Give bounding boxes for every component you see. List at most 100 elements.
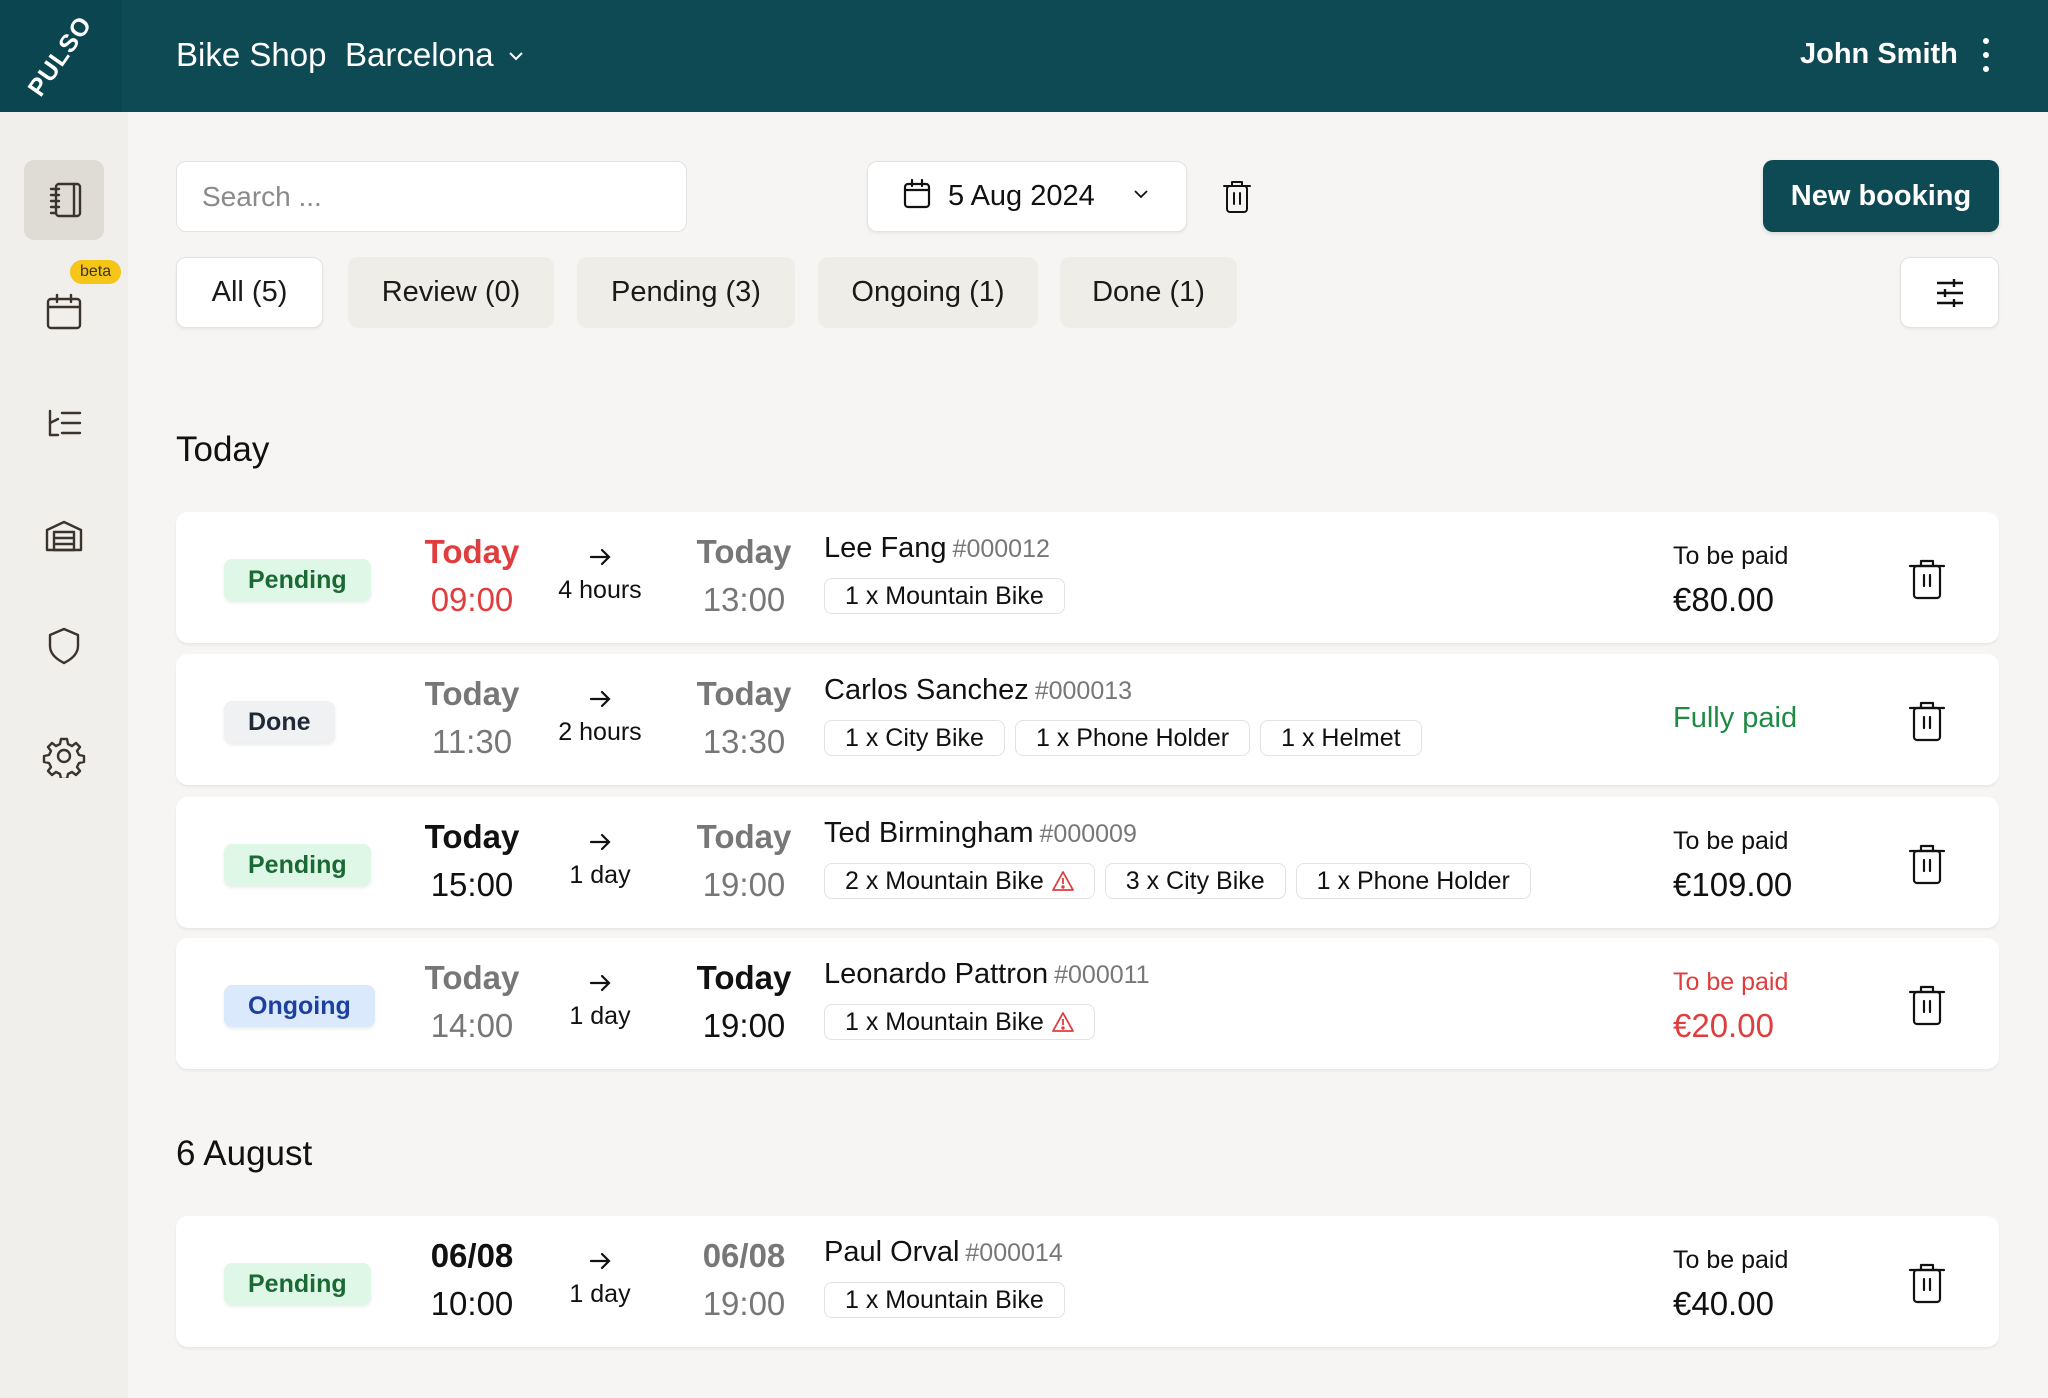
duration-text: 1 day xyxy=(569,861,631,889)
item-label: 1 x Phone Holder xyxy=(1316,866,1510,895)
customer-name: Paul Orval xyxy=(824,1236,960,1268)
selected-date: 5 Aug 2024 xyxy=(948,180,1095,212)
sidebar-item-security[interactable] xyxy=(24,606,104,686)
arrow-right-icon xyxy=(589,833,611,851)
payment-status: To be paid €40.00 xyxy=(1673,1246,1788,1323)
top-header: PULSO Bike Shop Barcelona John Smith xyxy=(0,0,2048,112)
start-time: Today 11:30 xyxy=(407,674,537,762)
chevron-down-icon xyxy=(506,36,526,74)
trash-icon[interactable] xyxy=(1222,178,1252,214)
search-input[interactable] xyxy=(176,161,687,232)
sliders-icon xyxy=(1936,278,1963,307)
duration: 1 day xyxy=(550,1248,650,1309)
tab-ongoing[interactable]: Ongoing (1) xyxy=(818,257,1038,328)
start-time: 06/08 10:00 xyxy=(407,1236,537,1324)
item-chip: 2 x Mountain Bike xyxy=(824,863,1095,899)
tab-done[interactable]: Done (1) xyxy=(1060,257,1237,328)
shield-icon xyxy=(48,627,80,665)
sidebar-item-settings[interactable] xyxy=(24,716,104,796)
duration-text: 2 hours xyxy=(558,718,642,746)
arrow-right-icon xyxy=(589,974,611,992)
duration: 4 hours xyxy=(550,544,650,605)
booking-card[interactable]: Pending Today 09:00 4 hours Today 13:00 … xyxy=(176,512,1999,643)
start-day: Today xyxy=(424,818,520,855)
delete-icon[interactable] xyxy=(1908,1260,1946,1304)
start-time: Today 14:00 xyxy=(407,958,537,1046)
item-label: 1 x Helmet xyxy=(1281,723,1401,752)
start-day: 06/08 xyxy=(430,1237,514,1274)
location-selector[interactable]: Barcelona xyxy=(345,36,526,74)
list-tree-icon xyxy=(48,409,82,437)
duration-text: 1 day xyxy=(569,1002,631,1030)
filter-settings-button[interactable] xyxy=(1900,257,1999,328)
sidebar-item-bookings[interactable] xyxy=(24,160,104,240)
booking-ref: #000011 xyxy=(1054,961,1150,989)
status-badge: Ongoing xyxy=(224,985,375,1027)
warning-icon xyxy=(1051,1012,1074,1032)
booking-card[interactable]: Ongoing Today 14:00 1 day Today 19:00 Le… xyxy=(176,938,1999,1069)
item-label: 1 x Phone Holder xyxy=(1035,723,1230,752)
duration: 1 day xyxy=(550,970,650,1031)
booking-ref: #000009 xyxy=(1039,820,1137,848)
arrow-right-icon xyxy=(589,548,611,566)
booking-ref: #000014 xyxy=(965,1239,1063,1267)
status-badge: Pending xyxy=(224,1263,371,1305)
payment-label: To be paid xyxy=(1673,827,1789,855)
tab-all[interactable]: All (5) xyxy=(176,257,323,328)
item-label: 2 x Mountain Bike xyxy=(845,866,1044,895)
date-picker[interactable]: 5 Aug 2024 xyxy=(867,161,1187,232)
end-time: 06/08 19:00 xyxy=(679,1236,809,1324)
start-day: Today xyxy=(424,675,520,712)
status-badge: Done xyxy=(224,701,335,743)
section-heading: Today xyxy=(176,430,270,469)
delete-icon[interactable] xyxy=(1908,841,1946,885)
delete-icon[interactable] xyxy=(1908,556,1946,600)
booking-ref: #000013 xyxy=(1034,677,1133,705)
item-chip: 1 x Phone Holder xyxy=(1014,720,1251,756)
payment-amount: €109.00 xyxy=(1673,866,1793,903)
delete-icon[interactable] xyxy=(1908,982,1946,1026)
tab-pending[interactable]: Pending (3) xyxy=(577,257,795,328)
item-chip: 1 x Mountain Bike xyxy=(824,1282,1065,1318)
sidebar: beta xyxy=(0,112,128,1398)
start-hour: 10:00 xyxy=(430,1285,514,1322)
sidebar-item-calendar[interactable] xyxy=(24,272,104,352)
end-hour: 19:00 xyxy=(702,1007,786,1044)
booking-card[interactable]: Pending Today 15:00 1 day Today 19:00 Te… xyxy=(176,797,1999,928)
booking-card[interactable]: Done Today 11:30 2 hours Today 13:30 Car… xyxy=(176,654,1999,785)
booking-card[interactable]: Pending 06/08 10:00 1 day 06/08 19:00 Pa… xyxy=(176,1216,1999,1347)
shop-name: Bike Shop xyxy=(176,36,327,73)
end-time: Today 13:30 xyxy=(679,674,809,762)
tab-review[interactable]: Review (0) xyxy=(348,257,554,328)
item-chip: 1 x Helmet xyxy=(1260,720,1422,756)
end-hour: 13:00 xyxy=(702,581,786,618)
section-heading: 6 August xyxy=(176,1134,313,1173)
logo[interactable]: PULSO xyxy=(0,0,122,112)
payment-amount: €80.00 xyxy=(1673,581,1774,618)
delete-icon[interactable] xyxy=(1908,698,1946,742)
item-label: 3 x City Bike xyxy=(1125,866,1265,895)
end-day: Today xyxy=(696,959,792,996)
new-booking-button[interactable]: New booking xyxy=(1763,160,1999,232)
end-hour: 19:00 xyxy=(702,866,786,903)
end-hour: 19:00 xyxy=(702,1285,786,1322)
more-options-icon[interactable] xyxy=(1976,38,1996,72)
item-label: 1 x Mountain Bike xyxy=(845,581,1044,610)
customer-info: Lee Fang #000012 1 x Mountain Bike xyxy=(824,532,1065,614)
start-time: Today 15:00 xyxy=(407,817,537,905)
end-day: Today xyxy=(696,675,792,712)
user-menu-name[interactable]: John Smith xyxy=(1800,38,1958,71)
payment-amount: €40.00 xyxy=(1673,1285,1774,1322)
sidebar-item-list[interactable] xyxy=(24,383,104,463)
end-day: 06/08 xyxy=(702,1237,786,1274)
payment-status: To be paid €20.00 xyxy=(1673,968,1788,1045)
item-chip: 1 x Phone Holder xyxy=(1295,863,1531,899)
payment-label: To be paid xyxy=(1673,968,1789,996)
arrow-right-icon xyxy=(589,690,611,708)
start-day: Today xyxy=(424,533,520,570)
customer-name: Lee Fang xyxy=(824,532,947,564)
item-label: 1 x Mountain Bike xyxy=(845,1007,1044,1036)
sidebar-item-warehouse[interactable] xyxy=(24,496,104,576)
customer-info: Ted Birmingham #000009 2 x Mountain Bike … xyxy=(824,817,1531,899)
customer-info: Leonardo Pattron #000011 1 x Mountain Bik… xyxy=(824,958,1150,1040)
